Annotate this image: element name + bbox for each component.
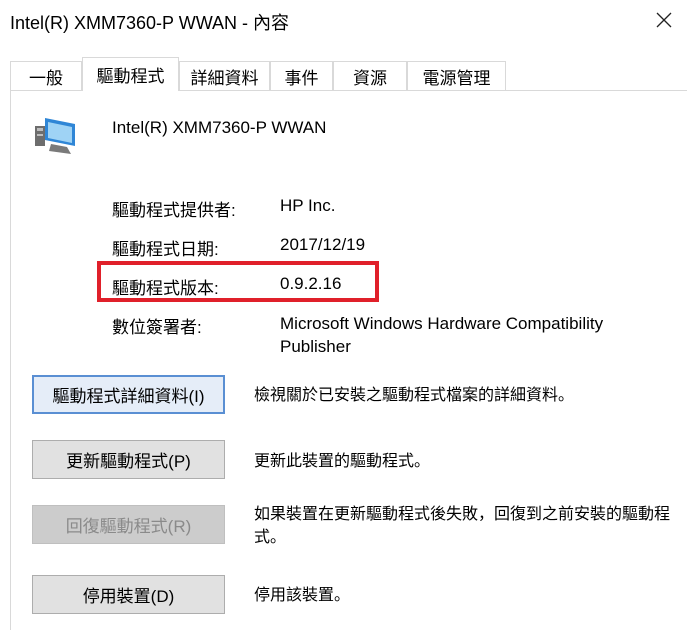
driver-details-description: 檢視關於已安裝之驅動程式檔案的詳細資料。 xyxy=(254,387,575,404)
tab-resources[interactable]: 資源 xyxy=(333,61,407,90)
title-bar: Intel(R) XMM7360-P WWAN - 內容 xyxy=(0,0,687,44)
tab-details[interactable]: 詳細資料 xyxy=(179,61,270,90)
version-highlight-box xyxy=(97,261,379,302)
device-name: Intel(R) XMM7360-P WWAN xyxy=(112,118,327,137)
tab-strip: 一般 驅動程式 詳細資料 事件 資源 電源管理 xyxy=(10,57,680,91)
update-driver-description: 更新此裝置的驅動程式。 xyxy=(254,453,431,470)
date-label: 驅動程式日期: xyxy=(112,240,219,259)
tab-events[interactable]: 事件 xyxy=(270,61,333,90)
roll-back-driver-description: 如果裝置在更新驅動程式後失敗，回復到之前安裝的驅動程式。 xyxy=(254,506,671,546)
window-title: Intel(R) XMM7360-P WWAN - 內容 xyxy=(10,13,290,33)
update-driver-button[interactable]: 更新驅動程式(P) xyxy=(32,440,225,479)
tab-power-management[interactable]: 電源管理 xyxy=(407,61,506,90)
signer-label: 數位簽署者: xyxy=(112,318,202,337)
close-button[interactable] xyxy=(641,0,687,40)
disable-device-description: 停用該裝置。 xyxy=(254,587,351,604)
driver-panel xyxy=(10,90,687,630)
close-icon xyxy=(656,12,672,28)
disable-device-button[interactable]: 停用裝置(D) xyxy=(32,575,225,614)
provider-label: 驅動程式提供者: xyxy=(112,201,236,220)
roll-back-driver-button[interactable]: 回復驅動程式(R) xyxy=(32,505,225,544)
provider-value: HP Inc. xyxy=(280,196,336,215)
network-adapter-icon xyxy=(35,118,75,154)
tab-general[interactable]: 一般 xyxy=(10,61,82,90)
tab-driver[interactable]: 驅動程式 xyxy=(82,57,179,91)
date-value: 2017/12/19 xyxy=(280,235,366,254)
signer-value: Microsoft Windows Hardware Compatibility… xyxy=(280,314,604,356)
driver-details-button[interactable]: 驅動程式詳細資料(I) xyxy=(32,375,225,414)
